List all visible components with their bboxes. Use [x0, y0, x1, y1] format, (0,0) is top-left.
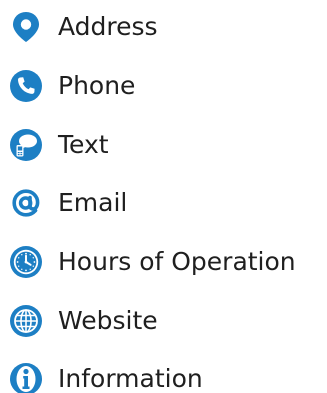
text-message-icon: [8, 127, 44, 163]
website-label: Website: [58, 306, 158, 335]
address-label: Address: [58, 12, 158, 41]
hours-label: Hours of Operation: [58, 247, 296, 276]
clock-icon: [8, 244, 44, 280]
at-sign-icon: [8, 185, 44, 221]
information-item[interactable]: Information: [8, 359, 203, 393]
text-item[interactable]: Text: [8, 125, 109, 165]
phone-label: Phone: [58, 71, 136, 100]
address-item[interactable]: Address: [8, 7, 158, 47]
text-label: Text: [58, 130, 109, 159]
email-item[interactable]: Email: [8, 183, 127, 223]
contact-options-list: Address Phone Text Email Hours of Operat…: [0, 0, 327, 393]
info-icon: [8, 361, 44, 393]
website-item[interactable]: Website: [8, 301, 158, 341]
globe-icon: [8, 303, 44, 339]
phone-icon: [8, 68, 44, 104]
email-label: Email: [58, 188, 128, 217]
map-pin-icon: [8, 9, 44, 45]
information-label: Information: [58, 364, 203, 393]
phone-item[interactable]: Phone: [8, 66, 135, 106]
hours-item[interactable]: Hours of Operation: [8, 242, 296, 282]
